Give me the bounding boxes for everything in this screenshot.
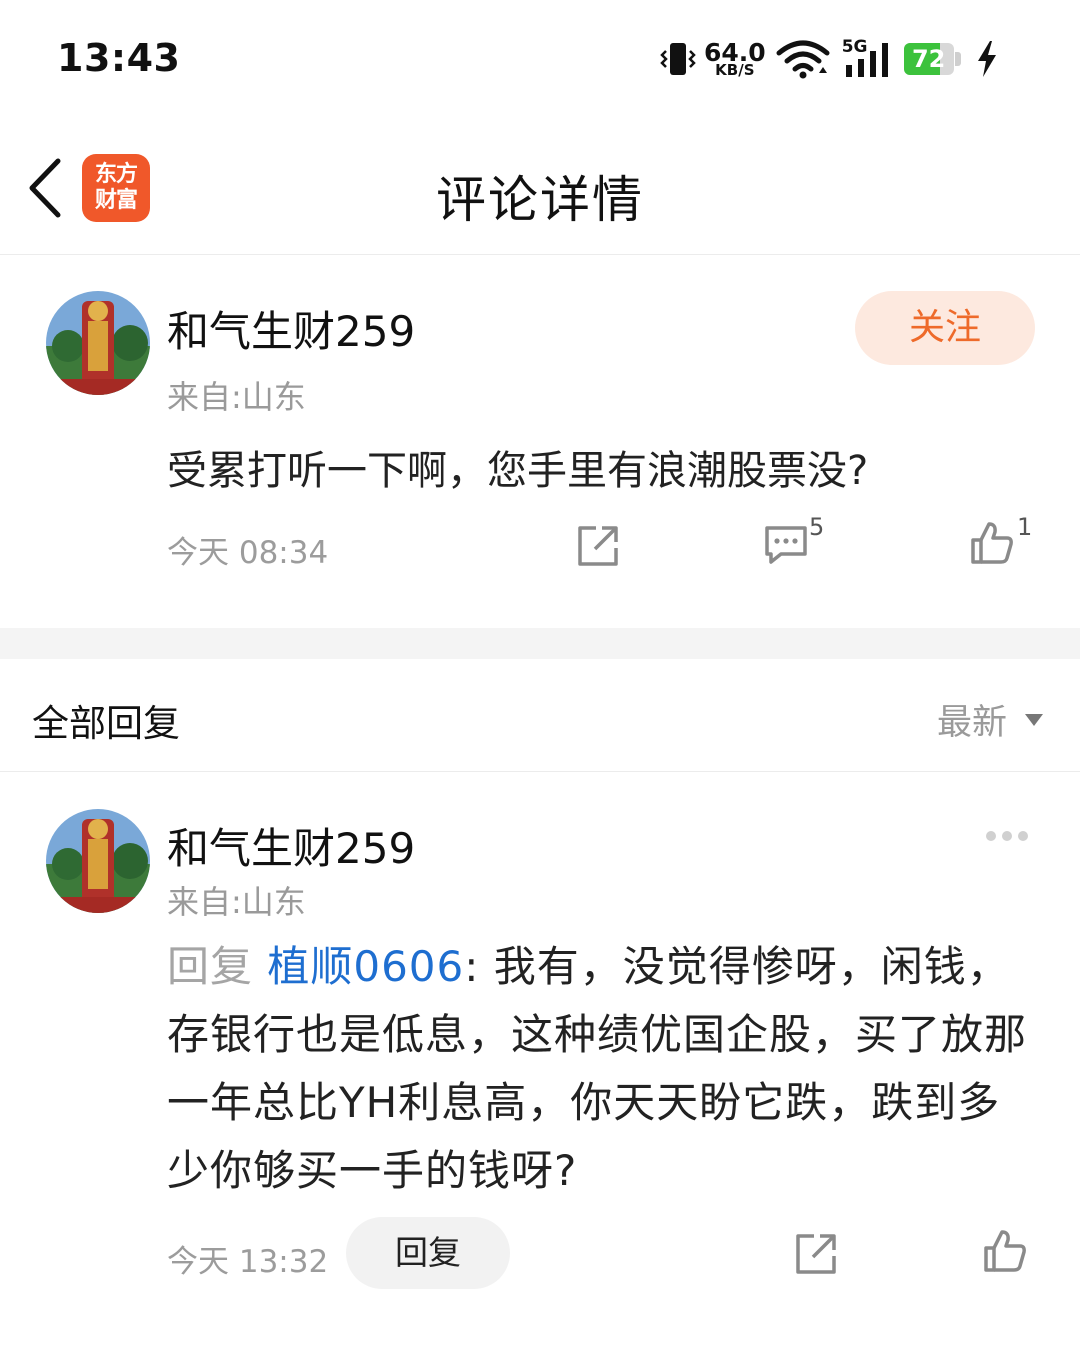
network-speed-unit: KB/S	[715, 61, 755, 79]
like-count: 1	[1017, 513, 1033, 541]
comment-icon[interactable]	[763, 524, 809, 566]
reply-time: 今天 13:32	[167, 1244, 329, 1280]
more-icon[interactable]	[986, 831, 1034, 841]
sort-dropdown[interactable]: 最新	[937, 694, 1044, 745]
charging-icon	[974, 39, 1000, 79]
battery-level: 72	[911, 45, 946, 73]
reply-prefix: 回复	[167, 942, 268, 991]
header-divider	[0, 254, 1080, 255]
post-location: 来自:山东	[167, 378, 306, 416]
sort-label: 最新	[937, 703, 1008, 743]
reply-username[interactable]: 和气生财259	[167, 815, 415, 876]
status-time: 13:43	[57, 36, 181, 80]
post-username[interactable]: 和气生财259	[167, 298, 415, 359]
vibrate-icon	[658, 39, 698, 79]
share-icon[interactable]	[576, 524, 620, 568]
replies-divider	[0, 771, 1080, 772]
network-speed: 64.0 KB/S	[704, 40, 766, 78]
comment-count: 5	[809, 513, 825, 541]
reply-avatar[interactable]	[46, 809, 150, 913]
reply-separator: :	[464, 942, 494, 991]
reply-mention[interactable]: 植顺0606	[267, 942, 464, 991]
reply-share-icon[interactable]	[794, 1232, 838, 1276]
follow-button[interactable]: 关注	[855, 291, 1035, 365]
status-icons: 64.0 KB/S 5G 72	[658, 36, 1000, 82]
wifi-icon	[776, 39, 830, 79]
like-icon[interactable]	[969, 520, 1015, 566]
reply-location: 来自:山东	[167, 883, 306, 921]
reply-button[interactable]: 回复	[346, 1217, 510, 1289]
reply-like-icon[interactable]	[982, 1228, 1028, 1274]
reply-content: 回复 植顺0606: 我有，没觉得惨呀，闲钱，存银行也是低息，这种绩优国企股，买…	[167, 933, 1037, 1205]
avatar[interactable]	[46, 291, 150, 395]
post-content: 受累打听一下啊，您手里有浪潮股票没?	[167, 448, 869, 494]
battery-icon: 72	[903, 43, 962, 75]
signal-icon: 5G	[842, 37, 894, 79]
section-separator	[0, 628, 1080, 659]
page-title: 评论详情	[436, 171, 644, 229]
post-time: 今天 08:34	[167, 535, 329, 571]
dropdown-triangle-icon	[1025, 713, 1044, 726]
replies-section-title: 全部回复	[32, 702, 180, 745]
